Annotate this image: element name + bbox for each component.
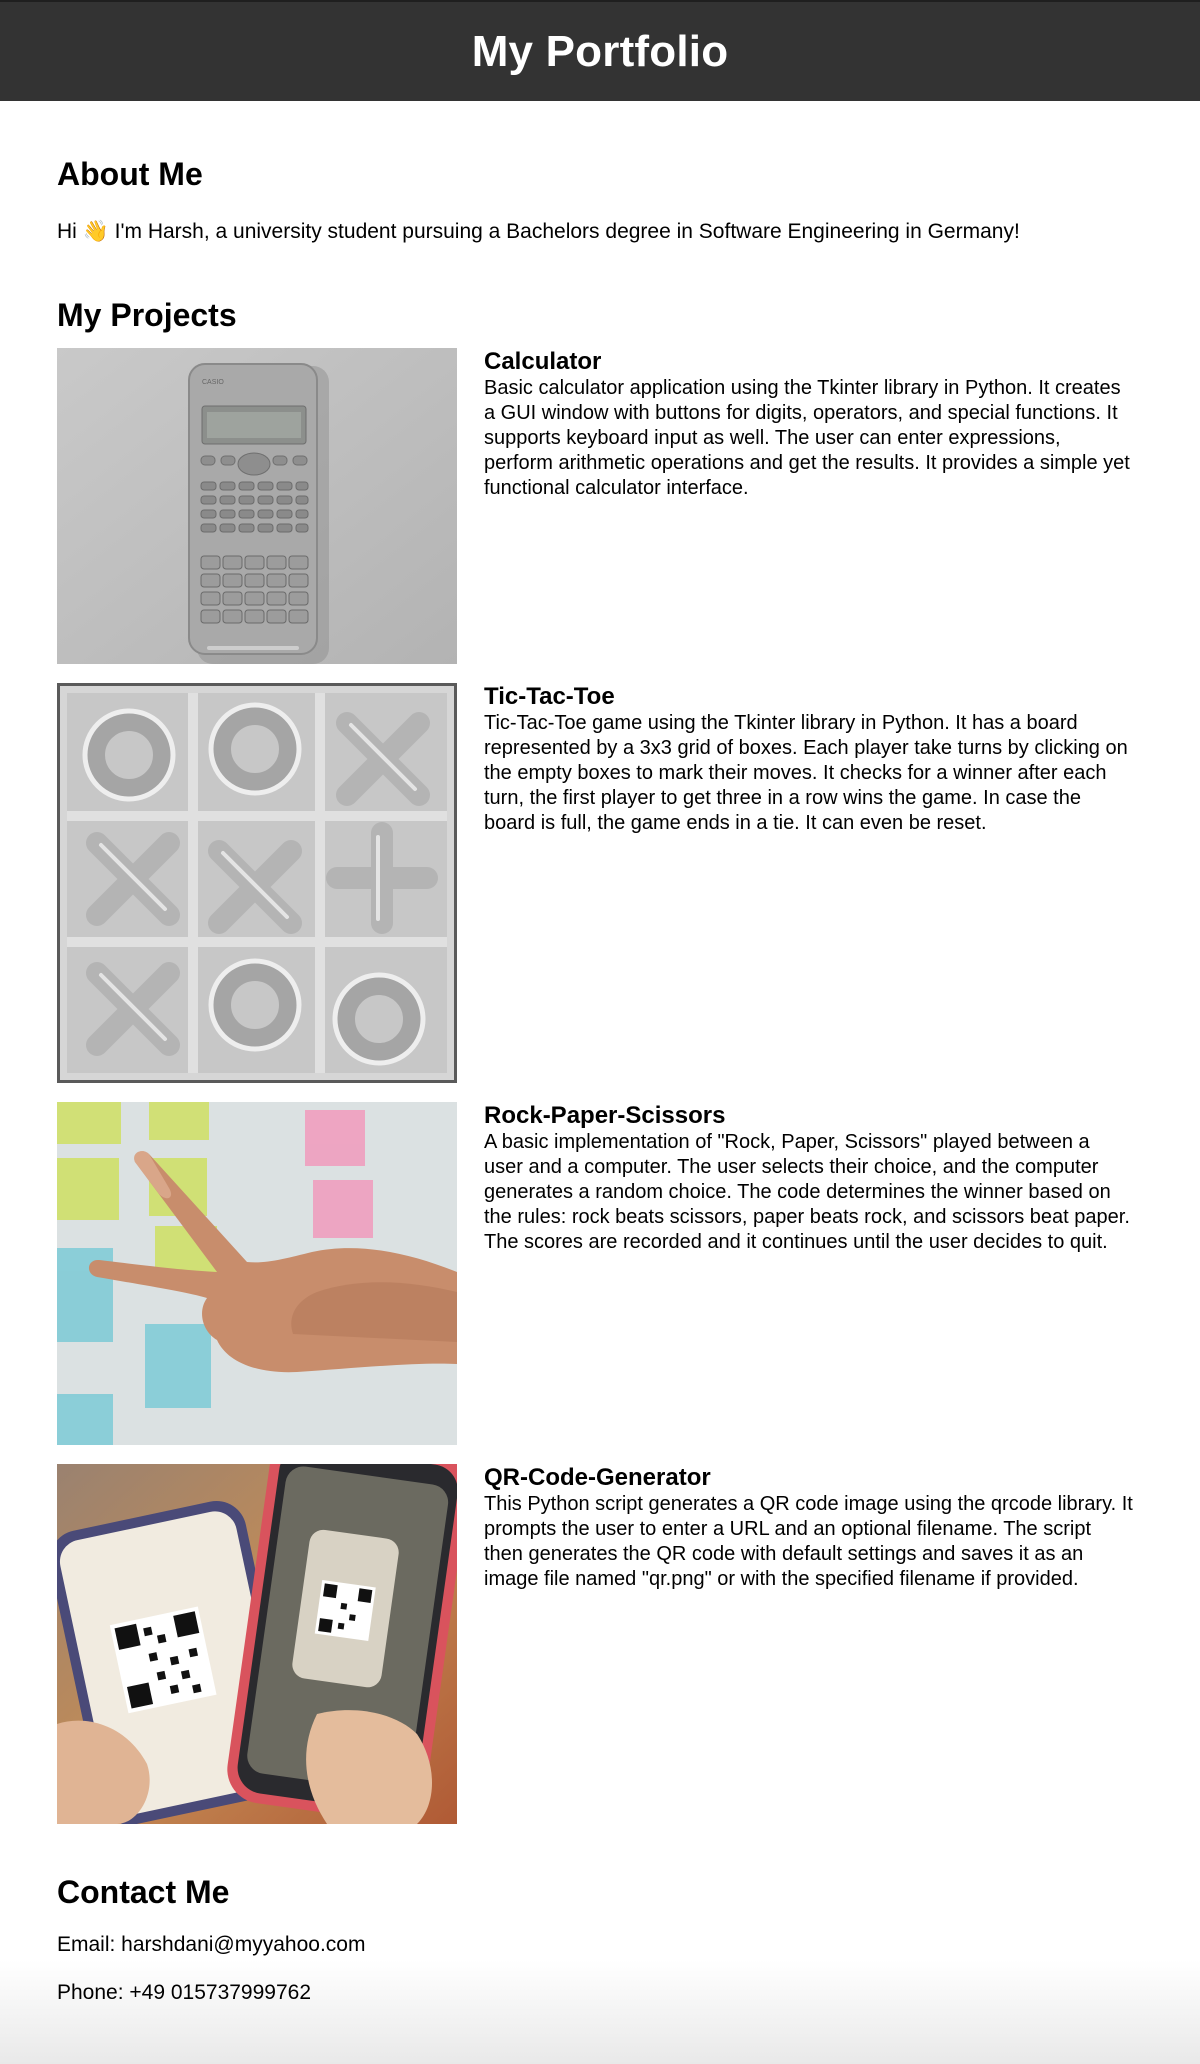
project-card-rock-paper-scissors: Rock-Paper-Scissors A basic implementati… <box>57 1102 1143 1446</box>
project-title: Calculator <box>484 348 602 376</box>
projects-section: My Projects CASIO Calculator Basic calcu… <box>57 297 1143 1825</box>
tic-tac-toe-image <box>57 683 457 1084</box>
page-title: My Portfolio <box>471 26 729 76</box>
contact-email: Email: harshdani@myyahoo.com <box>57 1933 366 1957</box>
main-content: About Me Hi 👋 I'm Harsh, a university st… <box>0 101 1200 2005</box>
projects-heading: My Projects <box>57 297 237 334</box>
contact-heading: Contact Me <box>57 1874 230 1911</box>
contact-section: Contact Me Email: harshdani@myyahoo.com … <box>57 1874 1143 2005</box>
project-description: A basic implementation of "Rock, Paper, … <box>484 1130 1130 1253</box>
page: My Portfolio About Me Hi 👋 I'm Harsh, a … <box>0 0 1200 2064</box>
qr-code-generator-image <box>57 1464 457 1825</box>
project-body: QR-Code-Generator This Python script gen… <box>484 1464 1134 1591</box>
about-section: About Me Hi 👋 I'm Harsh, a university st… <box>57 101 1143 245</box>
contact-phone: Phone: +49 015737999762 <box>57 1981 311 2005</box>
project-body: Tic-Tac-Toe Tic-Tac-Toe game using the T… <box>484 683 1134 835</box>
project-card-qr-code-generator: QR-Code-Generator This Python script gen… <box>57 1464 1143 1825</box>
project-title: Rock-Paper-Scissors <box>484 1102 726 1130</box>
site-header: My Portfolio <box>0 0 1200 101</box>
project-card-calculator: CASIO Calculator Basic calculator applic… <box>57 348 1143 665</box>
project-title: QR-Code-Generator <box>484 1464 711 1492</box>
project-card-tic-tac-toe: Tic-Tac-Toe Tic-Tac-Toe game using the T… <box>57 683 1143 1084</box>
project-title: Tic-Tac-Toe <box>484 683 615 711</box>
svg-text:CASIO: CASIO <box>202 379 224 386</box>
calculator-image: CASIO <box>57 348 457 665</box>
project-description: This Python script generates a QR code i… <box>484 1492 1133 1590</box>
about-heading: About Me <box>57 156 203 192</box>
rock-paper-scissors-image <box>57 1102 457 1446</box>
project-description: Basic calculator application using the T… <box>484 376 1130 499</box>
about-text: Hi 👋 I'm Harsh, a university student pur… <box>57 220 1020 243</box>
project-body: Rock-Paper-Scissors A basic implementati… <box>484 1102 1134 1254</box>
project-body: Calculator Basic calculator application … <box>484 348 1134 500</box>
project-description: Tic-Tac-Toe game using the Tkinter libra… <box>484 711 1128 834</box>
